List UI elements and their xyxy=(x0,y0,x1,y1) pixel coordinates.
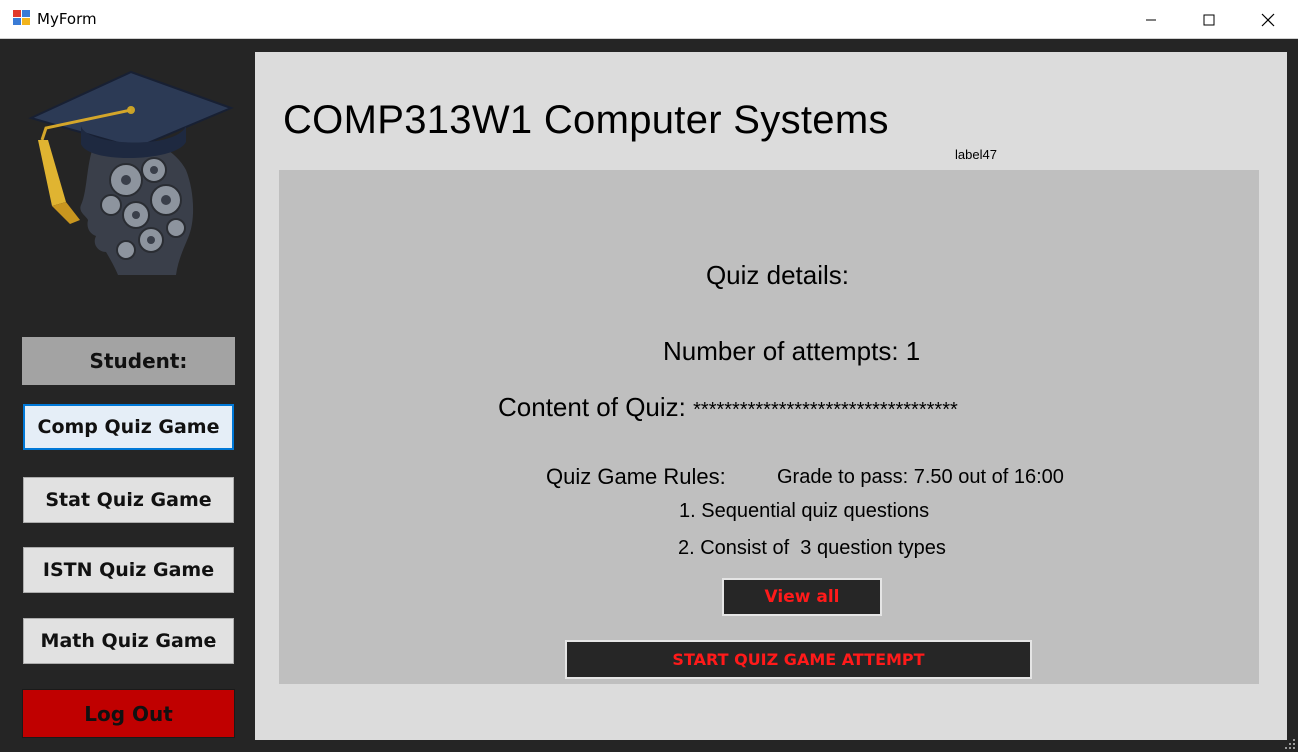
start-quiz-attempt-button[interactable]: START QUIZ GAME ATTEMPT xyxy=(565,640,1032,679)
content-row: Content of Quiz: ***********************… xyxy=(498,392,958,423)
maximize-button[interactable] xyxy=(1180,0,1238,39)
course-title: COMP313W1 Computer Systems xyxy=(283,98,889,142)
main-panel: COMP313W1 Computer Systems label47 Quiz … xyxy=(255,52,1287,740)
student-label: Student: xyxy=(22,337,235,385)
title-bar[interactable]: MyForm xyxy=(0,0,1298,39)
windows-form-icon xyxy=(13,10,30,25)
grade-to-pass: Grade to pass: 7.50 out of 16:00 xyxy=(777,466,1064,488)
rule-2: 2. Consist of 3 question types xyxy=(678,537,946,559)
maximize-icon xyxy=(1203,14,1215,25)
window-title: MyForm xyxy=(37,10,97,28)
resize-grip-icon[interactable] xyxy=(1284,738,1296,750)
content-label: Content of Quiz: xyxy=(498,392,686,422)
istn-quiz-game-button[interactable]: ISTN Quiz Game xyxy=(23,547,234,593)
view-all-button[interactable]: View all xyxy=(722,578,882,616)
close-icon xyxy=(1261,13,1275,26)
math-quiz-game-button[interactable]: Math Quiz Game xyxy=(23,618,234,664)
quiz-details-panel: Quiz details: Number of attempts: 1 Cont… xyxy=(279,170,1259,684)
app-window: MyForm Student: Comp Quiz Game Stat Quiz… xyxy=(0,0,1298,752)
rule-1: 1. Sequential quiz questions xyxy=(679,500,930,522)
minimize-icon xyxy=(1146,19,1156,20)
comp-quiz-game-button[interactable]: Comp Quiz Game xyxy=(23,404,234,450)
close-button[interactable] xyxy=(1239,0,1297,39)
quiz-rules-label: Quiz Game Rules: xyxy=(546,464,726,489)
attempts-label: Number of attempts: xyxy=(663,336,899,366)
label47: label47 xyxy=(955,147,997,162)
log-out-button[interactable]: Log Out xyxy=(22,689,235,738)
content-value: ********************************** xyxy=(693,399,958,421)
minimize-button[interactable] xyxy=(1122,0,1180,39)
attempts-value: 1 xyxy=(905,336,921,366)
sidebar: Student: Comp Quiz Game Stat Quiz Game I… xyxy=(0,40,254,752)
attempts-row: Number of attempts: 1 xyxy=(663,336,920,367)
stat-quiz-game-button[interactable]: Stat Quiz Game xyxy=(23,477,234,523)
graduation-head-gears-icon xyxy=(28,70,234,275)
quiz-details-heading: Quiz details: xyxy=(705,260,850,290)
